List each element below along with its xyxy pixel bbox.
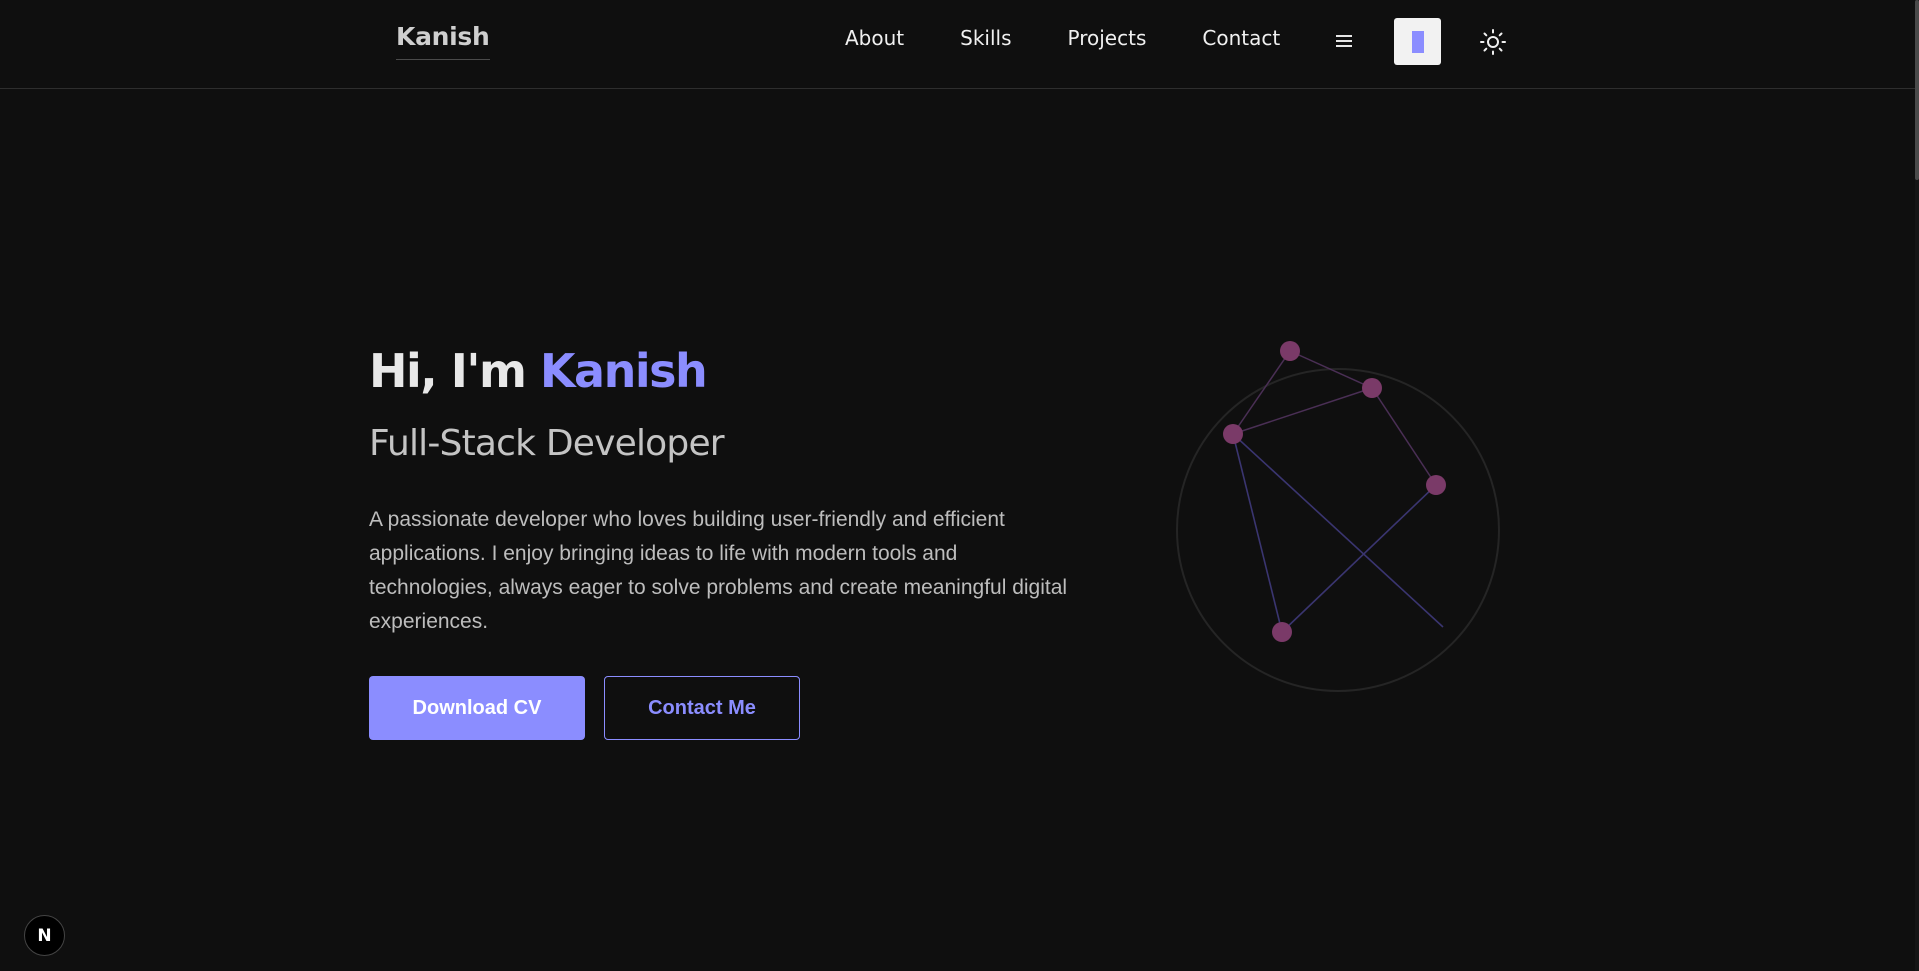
network-edge (1232, 433, 1444, 628)
network-edge (1232, 387, 1373, 435)
main-nav: About Skills Projects Contact (845, 26, 1280, 50)
network-node (1272, 622, 1292, 642)
sun-icon[interactable] (1478, 27, 1508, 57)
site-header: Kanish About Skills Projects Contact (0, 0, 1915, 89)
network-edge (1232, 350, 1291, 435)
hero-name: Kanish (539, 344, 708, 398)
hero-description: A passionate developer who loves buildin… (369, 508, 1068, 633)
network-node (1280, 341, 1300, 361)
network-node (1362, 378, 1382, 398)
nav-link-projects[interactable]: Projects (1068, 26, 1147, 50)
nav-link-contact[interactable]: Contact (1202, 26, 1280, 50)
hero-title: Hi, I'm Kanish (369, 344, 708, 398)
network-edge (1232, 433, 1283, 633)
nav-link-about[interactable]: About (845, 26, 904, 50)
scrollbar-track[interactable] (1915, 0, 1919, 971)
contact-me-button[interactable]: Contact Me (604, 676, 800, 740)
nav-link-skills[interactable]: Skills (960, 26, 1011, 50)
network-edge (1371, 387, 1437, 486)
network-node (1426, 475, 1446, 495)
download-cv-button[interactable]: Download CV (369, 676, 585, 740)
brand-logo[interactable]: Kanish (396, 22, 490, 60)
network-illustration (1176, 341, 1500, 692)
hamburger-menu-icon[interactable] (1333, 30, 1355, 52)
accent-swatch (1411, 30, 1424, 53)
scrollbar-thumb[interactable] (1915, 0, 1919, 180)
network-node (1223, 424, 1243, 444)
accent-color-picker-button[interactable] (1394, 18, 1441, 65)
network-edge (1281, 484, 1437, 633)
nextjs-dev-badge[interactable]: N (24, 915, 65, 956)
hero-subtitle: Full-Stack Developer (369, 423, 725, 464)
hero-greeting: Hi, I'm (369, 344, 540, 398)
